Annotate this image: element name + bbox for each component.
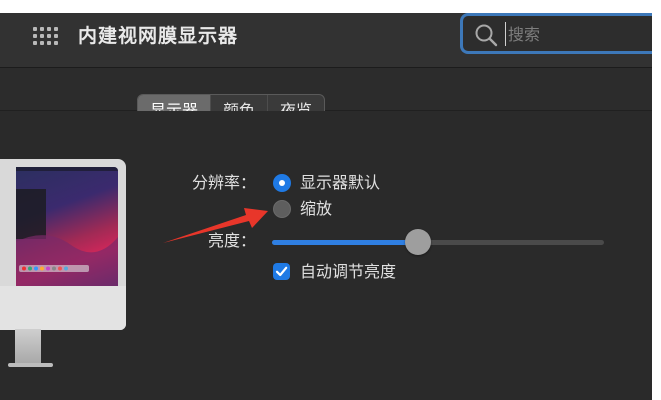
- show-all-grid-icon[interactable]: [33, 27, 58, 49]
- resolution-label: 分辨率：: [192, 173, 257, 192]
- resolution-scaled-label: 缩放: [300, 199, 333, 218]
- brightness-slider-fill: [272, 240, 419, 245]
- display-preferences-window: 内建视网膜显示器 显示器 颜色 夜览: [0, 13, 652, 400]
- toolbar: 内建视网膜显示器: [0, 13, 652, 68]
- resolution-default-label: 显示器默认: [300, 173, 381, 192]
- auto-brightness-label: 自动调节亮度: [300, 262, 397, 281]
- search-field[interactable]: [460, 13, 652, 54]
- auto-brightness-checkbox[interactable]: [273, 263, 290, 280]
- brightness-slider-thumb[interactable]: [405, 229, 432, 255]
- monitor-wallpaper: [16, 167, 118, 286]
- brightness-slider[interactable]: [272, 229, 604, 255]
- resolution-default-radio[interactable]: [273, 174, 291, 192]
- window-title: 内建视网膜显示器: [78, 25, 239, 47]
- resolution-scaled-radio[interactable]: [273, 200, 291, 218]
- monitor-illustration: [0, 159, 126, 367]
- annotation-arrow-icon: [163, 208, 268, 243]
- checkmark-icon: [275, 266, 288, 277]
- display-settings-panel: 分辨率： 显示器默认 缩放 亮度： 自动调节亮度: [0, 111, 652, 400]
- search-icon: [475, 24, 498, 47]
- tab-band: [0, 68, 652, 111]
- search-input[interactable]: [505, 22, 648, 46]
